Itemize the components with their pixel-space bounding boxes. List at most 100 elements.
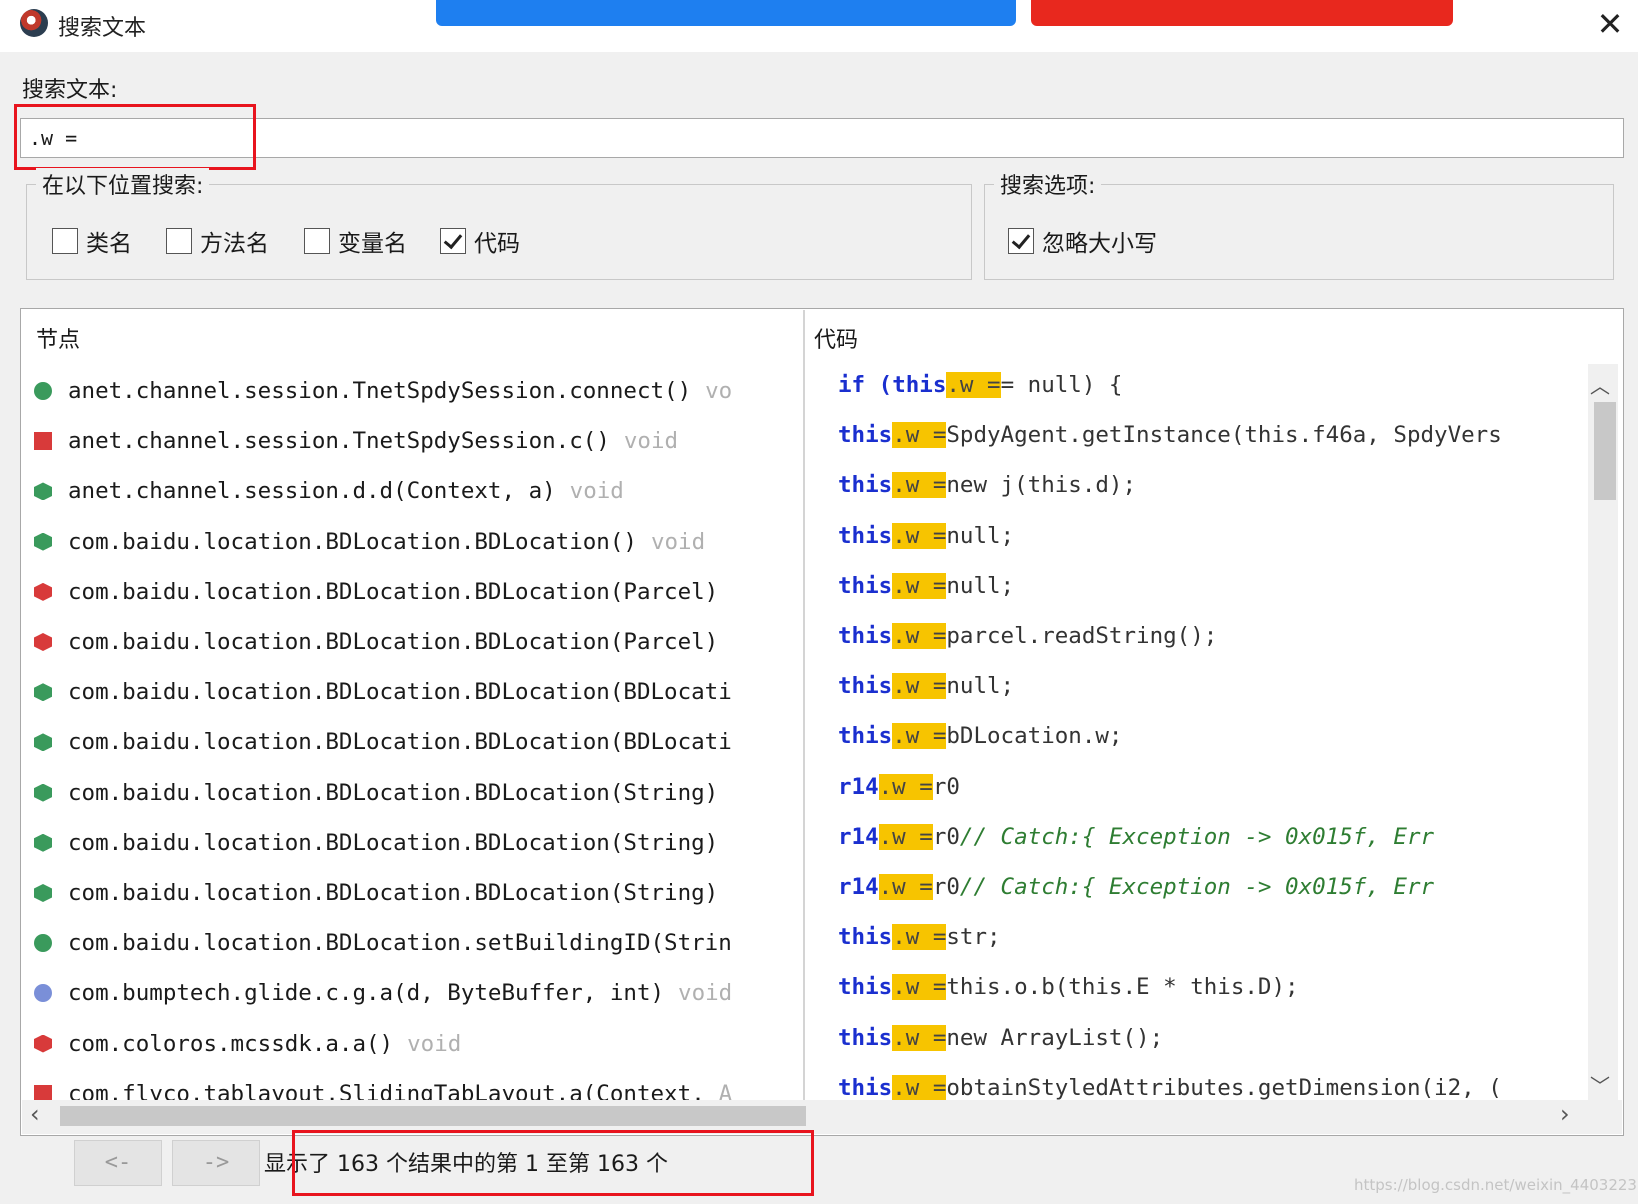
code-keyword: this xyxy=(838,924,893,951)
checkbox-label: 代码 xyxy=(474,231,520,257)
code-match-highlight: .w = xyxy=(878,823,933,850)
code-match-highlight: .w = xyxy=(892,1024,947,1051)
node-return-type: void xyxy=(650,528,706,555)
code-row[interactable]: this .w = parcel.readString(); xyxy=(838,611,1588,661)
code-match-highlight: .w = xyxy=(892,924,947,951)
code-row[interactable]: this .w = bDLocation.w; xyxy=(838,711,1588,761)
scroll-right-icon[interactable]: › xyxy=(1560,1100,1570,1128)
code-match-highlight: .w = xyxy=(892,422,947,449)
code-remainder: r0 xyxy=(932,773,960,800)
node-row[interactable]: com.baidu.location.BDLocation.BDLocation… xyxy=(30,818,802,868)
overlay-blue-button[interactable] xyxy=(436,0,1016,26)
vertical-scroll-thumb[interactable] xyxy=(1594,402,1616,500)
code-row[interactable]: r14 .w = r0 xyxy=(838,762,1588,812)
code-row[interactable]: this .w = new ArrayList(); xyxy=(838,1012,1588,1062)
checkbox-ignore-case[interactable]: 忽略大小写 xyxy=(1008,225,1157,257)
node-return-type: void xyxy=(407,1030,462,1057)
code-match-highlight: .w = xyxy=(892,974,947,1001)
checkbox-icon[interactable] xyxy=(166,228,192,254)
code-row[interactable]: this .w = this.o.b(this.E * this.D); xyxy=(838,962,1588,1012)
checkbox-label: 变量名 xyxy=(338,231,407,257)
code-match-highlight: .w = xyxy=(892,472,947,499)
search-location-legend: 在以下位置搜索: xyxy=(36,168,210,200)
code-row[interactable]: this .w = null; xyxy=(838,661,1588,711)
code-keyword: this xyxy=(838,673,893,700)
checkbox-variable-name[interactable]: 变量名 xyxy=(304,225,407,257)
code-match-highlight: .w = xyxy=(892,572,947,599)
code-match-highlight: .w = xyxy=(892,522,947,549)
node-row[interactable]: com.coloros.mcssdk.a.a() void xyxy=(30,1018,802,1068)
horizontal-scroll-thumb[interactable] xyxy=(60,1106,806,1126)
code-keyword: this xyxy=(838,974,893,1001)
next-page-button[interactable]: -> xyxy=(172,1140,260,1186)
method-icon xyxy=(34,382,52,401)
code-row[interactable]: r14 .w = r0 // Catch:{ Exception -> 0x015… xyxy=(838,812,1588,862)
overlay-red-button[interactable] xyxy=(1031,0,1453,26)
checkbox-checked-icon[interactable] xyxy=(1008,228,1034,254)
code-row[interactable]: this .w = obtainStyledAttributes.getDimen… xyxy=(838,1063,1588,1102)
node-return-type: void xyxy=(569,478,624,505)
node-row[interactable]: com.baidu.location.BDLocation.BDLocation… xyxy=(30,517,802,567)
checkbox-method-name[interactable]: 方法名 xyxy=(166,225,269,257)
code-keyword: this xyxy=(838,522,893,549)
code-keyword: this xyxy=(892,372,947,399)
method-icon xyxy=(34,934,52,953)
code-row[interactable]: if (this .w = = null) { xyxy=(838,360,1588,410)
ctor-red-icon xyxy=(34,1034,52,1053)
code-row[interactable]: this .w = new j(this.d); xyxy=(838,460,1588,510)
node-list[interactable]: anet.channel.session.TnetSpdySession.con… xyxy=(30,366,802,1102)
column-divider[interactable] xyxy=(803,310,805,1100)
search-input[interactable]: .w = xyxy=(20,118,1624,158)
code-column-header[interactable]: 代码 xyxy=(814,322,858,354)
close-button[interactable]: ✕ xyxy=(1592,6,1628,42)
watermark-text: https://blog.csdn.net/weixin_44032232 xyxy=(1354,1176,1638,1194)
scroll-left-icon[interactable]: ‹ xyxy=(30,1100,40,1128)
node-row[interactable]: com.baidu.location.BDLocation.BDLocation… xyxy=(30,667,802,717)
node-name: com.baidu.location.BDLocation.BDLocation… xyxy=(68,578,719,605)
checkbox-code[interactable]: 代码 xyxy=(440,225,520,257)
checkbox-checked-icon[interactable] xyxy=(440,228,466,254)
node-row[interactable]: com.baidu.location.BDLocation.BDLocation… xyxy=(30,768,802,818)
code-row[interactable]: this .w = str; xyxy=(838,912,1588,962)
code-remainder: null; xyxy=(946,673,1015,700)
window-title: 搜索文本 xyxy=(58,16,147,41)
ctor-icon xyxy=(34,883,52,902)
code-row[interactable]: this .w = null; xyxy=(838,511,1588,561)
code-remainder: SpdyAgent.getInstance(this.f46a, SpdyVer… xyxy=(946,422,1502,449)
code-remainder: new ArrayList(); xyxy=(946,1024,1164,1051)
node-row[interactable]: anet.channel.session.TnetSpdySession.con… xyxy=(30,366,802,416)
code-keyword: this xyxy=(838,572,893,599)
prev-page-button[interactable]: <- xyxy=(74,1140,162,1186)
code-keyword: this xyxy=(838,723,893,750)
code-remainder: new j(this.d); xyxy=(946,472,1137,499)
node-name: anet.channel.session.d.d(Context, a) xyxy=(68,478,556,505)
checkbox-class-name[interactable]: 类名 xyxy=(52,225,132,257)
code-list[interactable]: if (this .w = = null) {this .w = SpdyAgent.… xyxy=(838,360,1588,1102)
checkbox-label: 类名 xyxy=(86,231,132,257)
search-label: 搜索文本: xyxy=(22,78,118,103)
code-remainder: r0 xyxy=(932,823,960,850)
node-row[interactable]: com.flyco.tablayout.SlidingTabLayout.a(C… xyxy=(30,1069,802,1102)
code-row[interactable]: this .w = SpdyAgent.getInstance(this.f46a… xyxy=(838,410,1588,460)
node-row[interactable]: com.baidu.location.BDLocation.BDLocation… xyxy=(30,717,802,767)
node-row[interactable]: com.baidu.location.BDLocation.setBuildin… xyxy=(30,918,802,968)
node-row[interactable]: anet.channel.session.d.d(Context, a) void xyxy=(30,466,802,516)
code-row[interactable]: this .w = null; xyxy=(838,561,1588,611)
code-row[interactable]: r14 .w = r0 // Catch:{ Exception -> 0x015… xyxy=(838,862,1588,912)
node-row[interactable]: com.baidu.location.BDLocation.BDLocation… xyxy=(30,567,802,617)
checkbox-icon[interactable] xyxy=(52,228,78,254)
node-row[interactable]: com.bumptech.glide.c.g.a(d, ByteBuffer, … xyxy=(30,968,802,1018)
code-keyword: r14 xyxy=(838,873,879,900)
code-prefix: if ( xyxy=(838,372,893,399)
node-row[interactable]: com.baidu.location.BDLocation.BDLocation… xyxy=(30,868,802,918)
checkbox-icon[interactable] xyxy=(304,228,330,254)
code-remainder: r0 xyxy=(932,873,960,900)
node-row[interactable]: com.baidu.location.BDLocation.BDLocation… xyxy=(30,617,802,667)
node-name: com.baidu.location.BDLocation.BDLocation… xyxy=(68,779,719,806)
checkbox-label: 方法名 xyxy=(200,231,269,257)
node-name: com.baidu.location.BDLocation.BDLocation… xyxy=(68,679,732,706)
scroll-down-icon[interactable]: ﹀ xyxy=(1590,1070,1610,1099)
node-row[interactable]: anet.channel.session.TnetSpdySession.c()… xyxy=(30,416,802,466)
node-column-header[interactable]: 节点 xyxy=(36,322,80,354)
scroll-up-icon[interactable]: ︿ xyxy=(1590,370,1610,399)
